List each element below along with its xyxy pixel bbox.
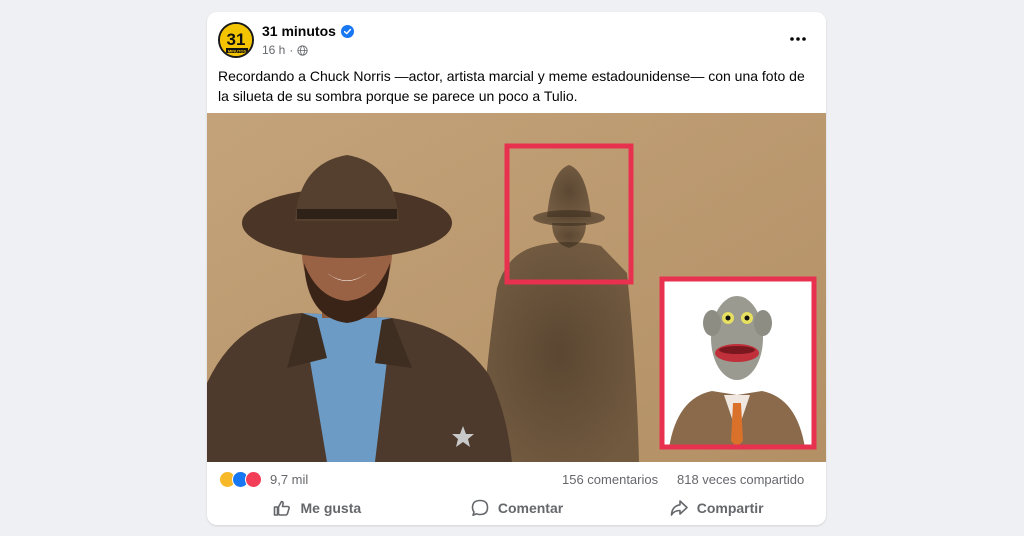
avatar-logo-text: 31 xyxy=(227,30,246,49)
globe-icon xyxy=(297,44,309,56)
page-avatar[interactable]: 31 MINUTOS xyxy=(218,22,254,58)
like-button[interactable]: Me gusta xyxy=(217,494,417,522)
share-label: Compartir xyxy=(696,500,764,516)
author-name[interactable]: 31 minutos xyxy=(262,23,336,39)
action-bar: Me gusta Comentar Compartir xyxy=(217,494,816,522)
share-button[interactable]: Compartir xyxy=(616,494,816,522)
post-caption: Recordando a Chuck Norris —actor, artist… xyxy=(218,68,805,104)
author-row: 31 minutos xyxy=(262,23,354,39)
reactions-row: 9,7 mil 156 comentarios 818 veces compar… xyxy=(207,470,826,490)
like-label: Me gusta xyxy=(300,500,362,516)
reaction-count[interactable]: 9,7 mil xyxy=(270,472,308,487)
post-meta: 16 h · xyxy=(262,43,309,57)
post-header: 31 MINUTOS 31 minutos 16 h · xyxy=(207,12,826,68)
more-options-icon[interactable] xyxy=(788,29,808,49)
meta-separator: · xyxy=(289,43,294,57)
share-count[interactable]: 818 veces compartido xyxy=(677,472,804,487)
comment-button[interactable]: Comentar xyxy=(417,494,617,522)
post-time[interactable]: 16 h xyxy=(262,43,285,57)
share-icon xyxy=(670,500,688,516)
verified-icon xyxy=(340,24,354,38)
love-icon xyxy=(245,471,262,488)
post-image[interactable] xyxy=(207,113,826,462)
post-card: 31 MINUTOS 31 minutos 16 h · Recordando … xyxy=(207,12,826,525)
avatar-logo-subtext: MINUTOS xyxy=(228,48,247,53)
tulio-inset xyxy=(664,280,814,448)
comment-label: Comentar xyxy=(497,500,564,516)
comment-count[interactable]: 156 comentarios xyxy=(562,472,658,487)
reaction-icons[interactable] xyxy=(219,471,262,488)
like-icon xyxy=(274,500,291,516)
comment-icon xyxy=(471,499,489,516)
